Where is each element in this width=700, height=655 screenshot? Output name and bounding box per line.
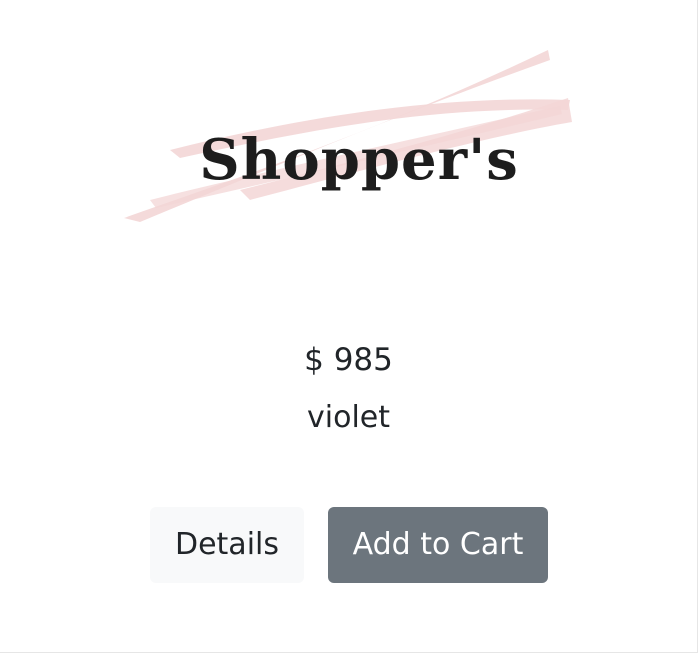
product-card: Shopper's $ 985 violet Details Add to Ca… — [0, 0, 698, 653]
product-price: $ 985 — [304, 342, 393, 378]
product-color: violet — [307, 400, 390, 435]
brand-logo-text: Shopper's — [199, 127, 519, 193]
details-button[interactable]: Details — [150, 507, 304, 583]
add-to-cart-button[interactable]: Add to Cart — [328, 507, 548, 583]
product-image: Shopper's — [110, 40, 590, 240]
